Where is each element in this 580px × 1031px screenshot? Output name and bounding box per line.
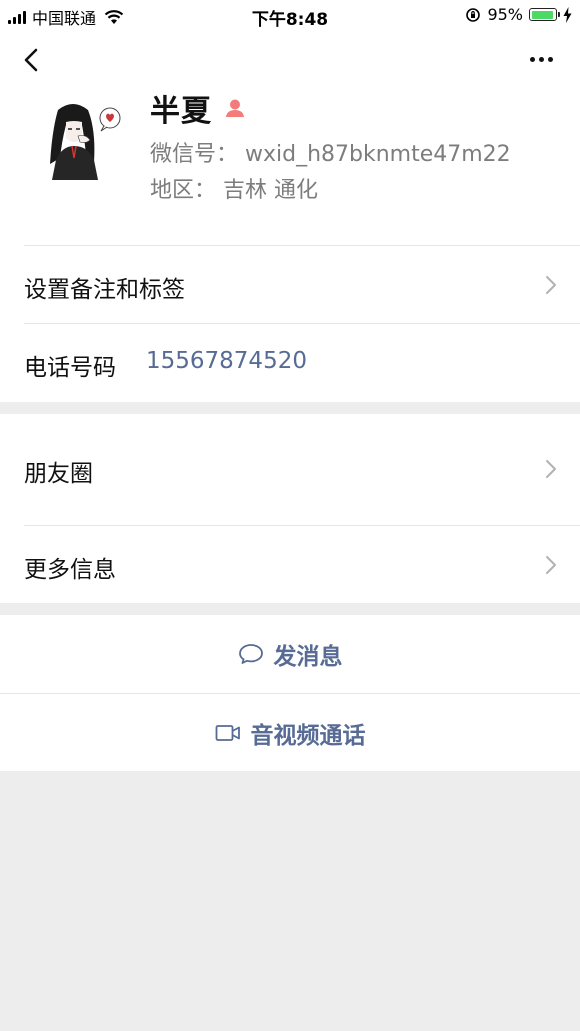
back-button[interactable] bbox=[18, 44, 46, 76]
more-info-row[interactable]: 更多信息 bbox=[0, 526, 580, 603]
send-message-label: 发消息 bbox=[273, 644, 343, 670]
actions-section: 发消息 音视频通话 bbox=[0, 615, 580, 771]
name-row: 半夏 bbox=[150, 86, 246, 130]
video-camera-icon bbox=[215, 725, 240, 741]
region: 地区： 吉林 通化 bbox=[150, 178, 318, 203]
send-message-button[interactable]: 发消息 bbox=[0, 615, 580, 693]
phone-number-link[interactable]: 15567874520 bbox=[146, 348, 307, 374]
chevron-right-icon bbox=[546, 556, 556, 574]
battery-percent: 95% bbox=[487, 5, 523, 24]
female-gender-icon bbox=[226, 99, 244, 117]
video-call-button[interactable]: 音视频通话 bbox=[0, 694, 580, 772]
moments-row[interactable]: 朋友圈 bbox=[0, 414, 580, 525]
chevron-right-icon bbox=[546, 460, 556, 478]
battery-icon bbox=[529, 8, 560, 21]
chat-bubble-icon bbox=[238, 644, 263, 664]
profile-page: 中国联通 下午8:48 95% 半夏 微信号： wxid_h87bknmte47… bbox=[0, 0, 580, 1031]
contact-name: 半夏 bbox=[150, 94, 212, 129]
avatar[interactable] bbox=[38, 100, 128, 190]
info-section: 朋友圈 更多信息 bbox=[0, 414, 580, 603]
chevron-right-icon bbox=[546, 276, 556, 294]
moments-label: 朋友圈 bbox=[24, 461, 93, 487]
more-info-label: 更多信息 bbox=[24, 557, 116, 583]
charging-icon bbox=[563, 6, 572, 23]
more-options-button[interactable] bbox=[530, 54, 560, 64]
remark-and-tags-label: 设置备注和标签 bbox=[24, 277, 185, 303]
status-bar: 中国联通 下午8:48 95% bbox=[0, 0, 580, 30]
video-call-label: 音视频通话 bbox=[250, 723, 366, 749]
phone-label: 电话号码 bbox=[24, 355, 116, 381]
profile-card: 半夏 微信号： wxid_h87bknmte47m22 地区： 吉林 通化 设置… bbox=[0, 30, 580, 402]
wechat-id: 微信号： wxid_h87bknmte47m22 bbox=[150, 142, 511, 167]
status-right: 95% bbox=[465, 5, 572, 24]
phone-row: 电话号码 15567874520 bbox=[0, 324, 580, 402]
remark-and-tags-row[interactable]: 设置备注和标签 bbox=[0, 246, 580, 323]
orientation-lock-icon bbox=[466, 7, 481, 22]
